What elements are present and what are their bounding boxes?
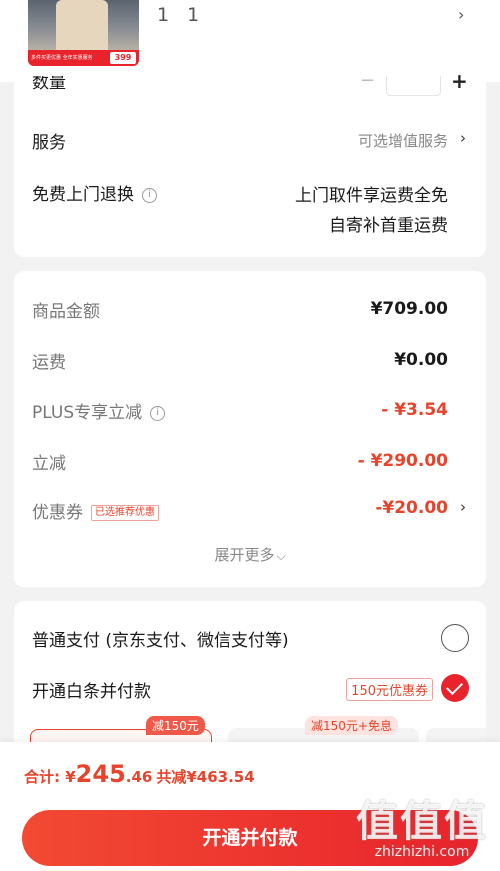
normal-pay-radio[interactable] xyxy=(441,624,469,652)
quantity-plus-button[interactable]: + xyxy=(451,74,468,88)
return-label-row: 免费上门退换 i xyxy=(32,180,157,205)
chevron-right-icon[interactable]: › xyxy=(460,129,466,147)
product-image xyxy=(56,0,108,56)
price-row-label: 商品金额 xyxy=(32,302,100,322)
total-summary: 合计: ¥245.46 共减¥463.54 xyxy=(24,760,255,788)
total-label: 合计: xyxy=(24,768,66,786)
price-row-label: PLUS专享立减 xyxy=(32,403,143,423)
thumb-price: 399 xyxy=(110,52,136,64)
quantity-label: 数量 xyxy=(32,76,66,93)
chevron-right-icon[interactable]: › xyxy=(460,498,466,516)
price-row-label: 立减 xyxy=(32,454,66,474)
price-row-label: 优惠券 xyxy=(32,503,83,523)
product-name: 1 1 xyxy=(157,4,206,26)
info-icon[interactable]: i xyxy=(142,187,157,203)
price-row-value: ¥0.00 xyxy=(394,350,448,370)
watermark-url: zhizhizhi.com xyxy=(374,844,470,860)
total-currency: ¥ xyxy=(65,768,76,786)
price-row-value: ¥709.00 xyxy=(370,299,448,319)
price-row-value: - ¥290.00 xyxy=(357,451,448,471)
baitiao-pay-radio[interactable] xyxy=(441,674,469,702)
normal-pay-label[interactable]: 普通支付 (京东支付、微信支付等) xyxy=(32,626,289,651)
coupon-label-row[interactable]: 优惠券 已选推荐优惠 xyxy=(32,498,159,523)
order-options-card: 数量 − + 服务 可选增值服务 › 免费上门退换 i 上门取件享运费全免 自寄补… xyxy=(14,72,486,257)
chevron-right-icon[interactable]: › xyxy=(458,5,464,24)
return-line2: 自寄补首重运费 xyxy=(329,216,448,236)
service-value[interactable]: 可选增值服务 xyxy=(358,130,448,151)
watermark-logo: 值值值 zhizhizhi.com xyxy=(355,797,488,861)
total-savings: 共减¥463.54 xyxy=(156,768,255,786)
coupon-tag: 已选推荐优惠 xyxy=(91,505,159,521)
watermark-logo-text: 值值值 xyxy=(355,797,488,846)
quantity-input[interactable] xyxy=(386,76,441,96)
total-amount-decimal: .46 xyxy=(125,768,153,786)
chevron-down-icon: ⌵ xyxy=(276,549,286,563)
baitiao-pay-label[interactable]: 开通白条并付款 xyxy=(32,677,151,702)
quantity-minus-button[interactable]: − xyxy=(360,72,375,90)
thumb-promo-text: 多件买更优惠 全年实惠服务 xyxy=(31,55,93,61)
expand-more-label: 展开更多 xyxy=(214,546,275,564)
total-amount-integer: 245 xyxy=(75,760,126,788)
service-label: 服务 xyxy=(32,133,66,153)
baitiao-coupon-badge: 150元优惠券 xyxy=(346,678,433,701)
return-line1: 上门取件享运费全免 xyxy=(295,186,448,206)
product-strip[interactable]: 多件买更优惠 全年实惠服务 399 1 1 › xyxy=(0,0,500,82)
plan-discount-tag: 减150元+免息 xyxy=(305,716,398,735)
price-row-label: 运费 xyxy=(32,353,66,373)
expand-more-link[interactable]: 展开更多 ⌵ xyxy=(14,544,486,565)
plan-discount-tag: 减150元 xyxy=(146,716,205,735)
product-thumbnail[interactable]: 多件买更优惠 全年实惠服务 399 xyxy=(28,0,139,66)
return-label: 免费上门退换 xyxy=(32,185,134,205)
price-breakdown-card: 商品金额 ¥709.00 运费 ¥0.00 PLUS专享立减 i - ¥3.54 … xyxy=(14,271,486,587)
price-row-value[interactable]: -¥20.00 xyxy=(375,498,448,518)
plus-discount-label-row: PLUS专享立减 i xyxy=(32,398,166,423)
info-icon[interactable]: i xyxy=(150,405,166,421)
price-row-value: - ¥3.54 xyxy=(381,400,448,420)
